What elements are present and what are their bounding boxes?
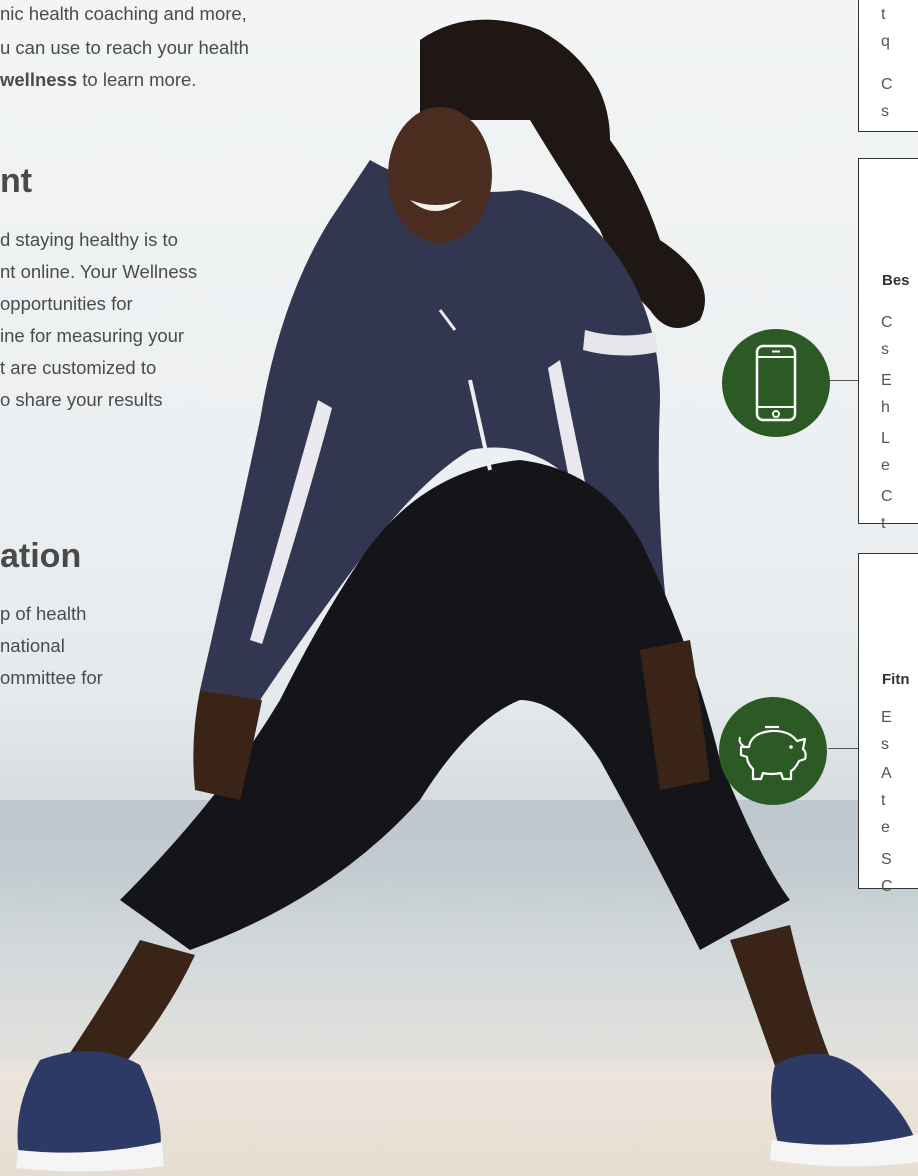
box3-line-1: E: [881, 709, 892, 726]
box3-line-6: S: [881, 851, 892, 868]
box2-line-6: e: [881, 457, 890, 474]
box2-line-4: h: [881, 399, 890, 416]
box2-line-5: L: [881, 430, 890, 447]
info-box-1: t q C s: [858, 0, 918, 132]
box1-line-3: C: [881, 76, 893, 93]
info-box-3: Fitn E s A t e S C: [858, 553, 918, 895]
info-box-2: Bes C s E h L e C t: [858, 158, 918, 532]
box2-line-1: C: [881, 314, 893, 331]
box3-title: Fitn: [882, 671, 910, 688]
woman-stretching-photo: [16, 19, 918, 1172]
smartphone-icon: [755, 344, 797, 422]
box3-line-5: e: [881, 819, 890, 836]
box2-line-2: s: [881, 341, 889, 358]
face: [388, 107, 492, 243]
piggy-bank-icon: [738, 725, 807, 781]
box1-line-1: t: [881, 6, 886, 23]
box1-line-2: q: [881, 33, 890, 50]
phone-circle: [722, 329, 830, 437]
box3-line-7: C: [881, 878, 893, 895]
box2-line-3: E: [881, 372, 892, 389]
box2-line-7: C: [881, 488, 893, 505]
piggy-circle: [719, 697, 827, 805]
box2-title: Bes: [882, 272, 910, 289]
box3-line-3: A: [881, 765, 892, 782]
right-shoe: [771, 1053, 915, 1154]
box3-line-2: s: [881, 736, 889, 753]
box3-line-4: t: [881, 792, 886, 809]
box2-line-8: t: [881, 515, 886, 532]
piggy-connector-line: [828, 748, 858, 749]
phone-connector-line: [828, 380, 858, 381]
box1-line-4: s: [881, 103, 889, 120]
